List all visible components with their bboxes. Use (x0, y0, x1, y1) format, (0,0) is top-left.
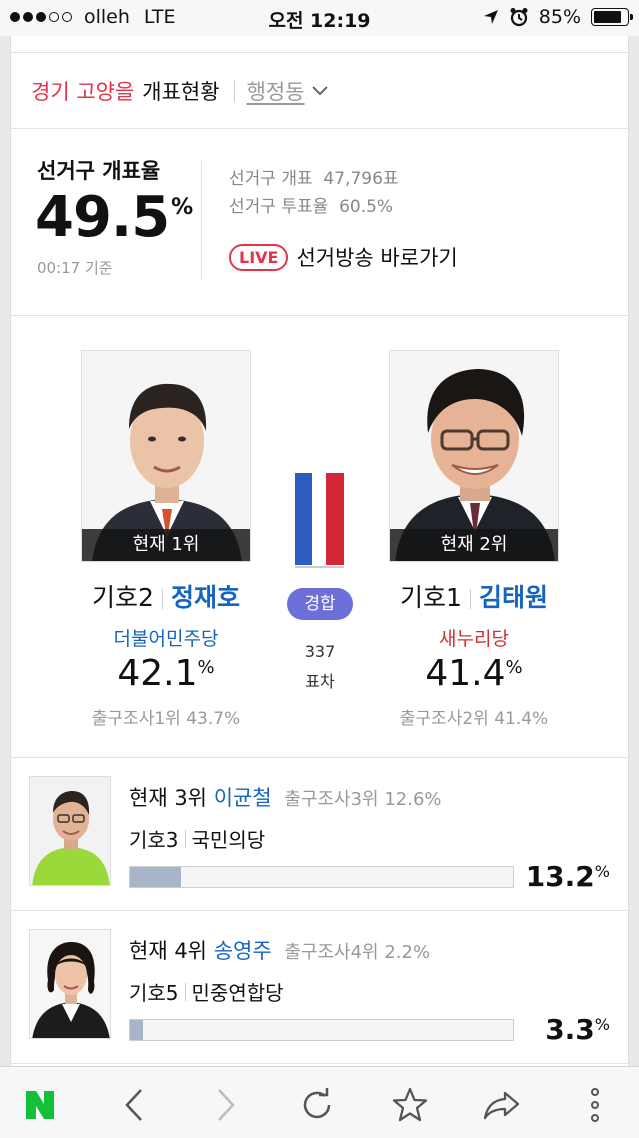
battery-percent: 85% (538, 6, 581, 28)
share-icon[interactable] (482, 1085, 522, 1125)
candidate-1-name[interactable]: 정재호 (171, 583, 240, 612)
candidate-2-vote-unit: % (505, 657, 523, 678)
candidate-3-vote-share: 13.2% (526, 860, 610, 893)
candidate-4-portrait (30, 930, 110, 1038)
candidate-3-vote-number: 13.2 (525, 860, 595, 893)
candidate-1-party: 더불어민주당 (113, 628, 219, 650)
alarm-clock-icon (510, 8, 528, 27)
candidate-4-name[interactable]: 송영주 (214, 939, 272, 963)
candidate-4-party: 민중연합당 (191, 981, 284, 1005)
name-separator (161, 589, 163, 609)
candidate-2-rank: 현재 2위 (390, 529, 558, 561)
page-title: 개표현황 (142, 79, 220, 104)
vote-share-flag-icon (295, 473, 344, 568)
count-rate-number: 49.5 (35, 185, 170, 250)
candidate-2-vote-share: 41.4% (364, 653, 584, 694)
live-badge: LIVE (229, 243, 289, 271)
count-summary: 선거구 개표율 49.5% 00:17 기준 선거구 개표 47,796표 선거… (11, 129, 628, 316)
count-rate-label: 선거구 개표율 (37, 159, 161, 183)
district-count-stat: 선거구 개표 47,796표 (229, 164, 399, 189)
candidate-2-photo[interactable]: 현재 2위 (389, 350, 559, 562)
candidate-row[interactable]: 현재 4위 송영주 출구조사4위 2.2% 기호5 민중연합당 3.3% (11, 911, 628, 1064)
candidate-2-name[interactable]: 김태원 (479, 583, 548, 612)
candidate-1-info: 기호2 정재호 더불어민주당 42.1% 출구조사1위 43.7% (56, 578, 276, 729)
candidate-1-vote-unit: % (197, 657, 215, 678)
candidate-3-party: 국민의당 (191, 828, 266, 852)
location-arrow-icon (483, 10, 498, 24)
candidate-4-number: 기호5 (129, 981, 179, 1005)
count-rate-unit: % (171, 195, 193, 220)
leading-candidates: 현재 1위 현재 2위 기호2 정재호 더불어민주당 42.1% 출구조사1위 … (11, 316, 628, 758)
candidate-4-exit-poll: 출구조사4위 2.2% (284, 942, 431, 963)
candidate-4-vote-bar (129, 1019, 514, 1041)
candidate-1-number: 기호2 (92, 583, 154, 612)
count-rate-value: 49.5% (35, 185, 193, 250)
as-of-time: 00:17 기준 (37, 259, 113, 277)
vote-margin-label: 표차 (305, 672, 335, 691)
naver-icon[interactable] (20, 1085, 60, 1125)
candidate-3-vote-bar (129, 866, 514, 888)
district-turnout-label: 선거구 투표율 (229, 197, 329, 217)
summary-divider (201, 161, 202, 281)
status-right: 85% (483, 6, 633, 28)
header-divider (233, 79, 235, 102)
top-divider (11, 36, 628, 53)
candidate-1-name-line: 기호2 정재호 (56, 578, 276, 614)
candidate-3-portrait (30, 777, 110, 885)
candidate-3-number: 기호3 (129, 828, 179, 852)
candidate-1-vote-number: 42.1 (117, 653, 198, 694)
name-separator (184, 829, 186, 848)
candidate-4-vote-share: 3.3% (545, 1013, 610, 1046)
reload-icon[interactable] (297, 1085, 337, 1125)
candidate-2-exit-poll: 출구조사2위 41.4% (399, 709, 549, 729)
candidate-3-headline: 현재 3위 이균철 출구조사3위 12.6% (129, 782, 442, 812)
candidate-4-photo[interactable] (29, 929, 111, 1039)
vote-margin-value: 337 (304, 642, 336, 661)
candidate-2-vote-number: 41.4 (425, 653, 506, 694)
battery-icon (591, 8, 633, 26)
bookmark-star-icon[interactable] (390, 1085, 430, 1125)
forward-icon[interactable] (206, 1085, 246, 1125)
candidate-3-vote-bar-fill (130, 867, 181, 887)
candidate-3-party-line: 기호3 국민의당 (129, 824, 265, 853)
section-header: 경기 고양을 개표현황 행정동 (11, 53, 628, 129)
district-turnout-value: 60.5% (339, 197, 394, 217)
close-race-badge: 경합 (287, 588, 353, 620)
candidate-2-name-line: 기호1 김태원 (364, 578, 584, 614)
candidate-3-exit-poll: 출구조사3위 12.6% (284, 789, 442, 810)
more-icon[interactable] (575, 1085, 615, 1125)
candidate-2-info: 기호1 김태원 새누리당 41.4% 출구조사2위 41.4% (364, 578, 584, 729)
candidate-4-party-line: 기호5 민중연합당 (129, 977, 284, 1006)
candidate-4-vote-number: 3.3 (545, 1013, 595, 1046)
candidate-1-vote-share: 42.1% (56, 653, 276, 694)
district-count-label: 선거구 개표 (229, 169, 313, 189)
district-turnout-stat: 선거구 투표율 60.5% (229, 192, 393, 217)
candidate-2-number: 기호1 (400, 583, 462, 612)
back-icon[interactable] (114, 1085, 154, 1125)
page-content: 경기 고양을 개표현황 행정동 선거구 개표율 49.5% 00:17 기준 선… (10, 36, 629, 1066)
candidate-4-rank: 현재 4위 (129, 939, 207, 963)
candidate-3-rank: 현재 3위 (129, 786, 207, 810)
administrative-dong-dropdown[interactable]: 행정동 (247, 76, 305, 106)
live-broadcast-link[interactable]: LIVE 선거방송 바로가기 (229, 242, 458, 272)
candidate-3-vote-unit: % (594, 862, 610, 881)
candidate-1-rank: 현재 1위 (82, 529, 250, 561)
candidate-4-vote-unit: % (594, 1015, 610, 1034)
district-name: 경기 고양을 (31, 79, 135, 104)
name-separator (184, 982, 186, 1001)
name-separator (469, 589, 471, 609)
candidate-2-party: 새누리당 (439, 628, 509, 650)
candidate-row[interactable]: 현재 3위 이균철 출구조사3위 12.6% 기호3 국민의당 13.2% (11, 758, 628, 911)
candidate-3-photo[interactable] (29, 776, 111, 886)
candidate-3-name[interactable]: 이균철 (214, 786, 272, 810)
candidate-4-vote-bar-fill (130, 1020, 143, 1040)
candidate-4-headline: 현재 4위 송영주 출구조사4위 2.2% (129, 935, 430, 965)
chevron-down-icon[interactable] (311, 85, 329, 97)
status-bar: olleh LTE 오전 12:19 85% (0, 0, 639, 36)
browser-toolbar (0, 1066, 639, 1138)
candidate-1-photo[interactable]: 현재 1위 (81, 350, 251, 562)
candidate-1-exit-poll: 출구조사1위 43.7% (91, 709, 241, 729)
live-broadcast-label: 선거방송 바로가기 (296, 246, 458, 270)
district-count-value: 47,796표 (323, 169, 399, 189)
